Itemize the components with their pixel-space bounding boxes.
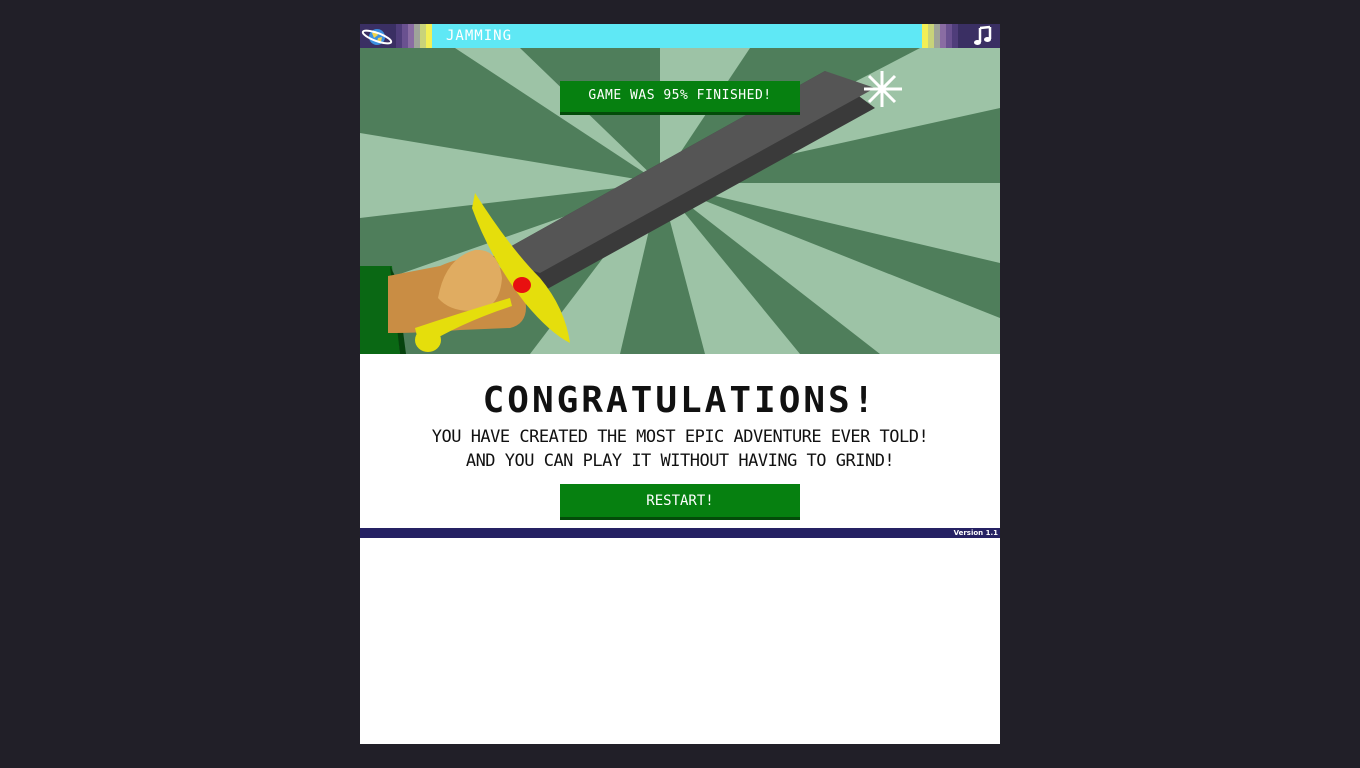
top-bar: JAMMING — [360, 24, 1000, 48]
game-title: JAMMING — [446, 28, 513, 44]
restart-button[interactable]: RESTART! — [560, 484, 800, 520]
message-line-1: YOU HAVE CREATED THE MOST EPIC ADVENTURE… — [431, 427, 929, 447]
victory-scene: GAME WAS 95% FINISHED! — [360, 48, 1000, 354]
game-canvas: JAMMING GAME WAS 95% FINISHED! CONGRATUL… — [360, 24, 1000, 744]
message-line-2: AND YOU CAN PLAY IT WITHOUT HAVING TO GR… — [465, 451, 895, 471]
version-label: Version 1.1 — [953, 529, 998, 537]
music-note-icon[interactable] — [960, 24, 1000, 48]
stripe-6 — [426, 24, 432, 48]
planet-icon[interactable] — [360, 24, 394, 48]
stripe-decoration-right — [922, 24, 964, 48]
bottom-bar: Version 1.1 — [360, 528, 1000, 538]
congratulations-heading: CONGRATULATIONS! — [482, 380, 878, 421]
progress-banner: GAME WAS 95% FINISHED! — [560, 81, 800, 115]
sword-gem — [513, 277, 531, 293]
stripe-decoration-left — [390, 24, 432, 48]
